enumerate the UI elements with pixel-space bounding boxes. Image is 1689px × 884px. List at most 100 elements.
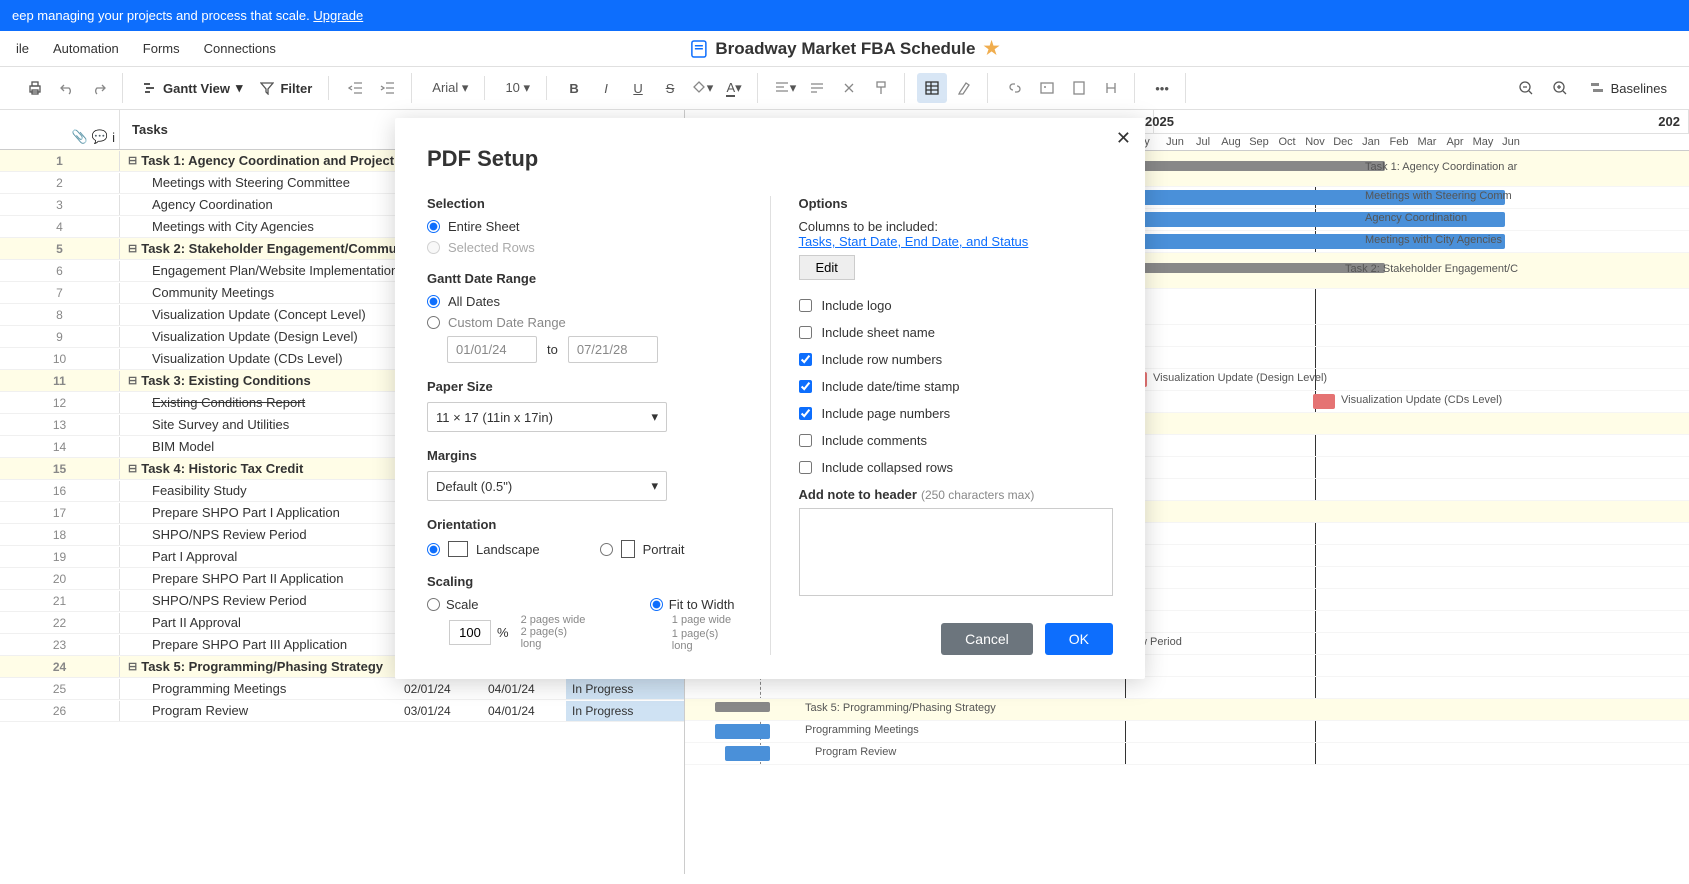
end-date-cell[interactable]: 04/01/24 [482,679,566,699]
grid-view-icon[interactable] [917,73,947,103]
radio-scale[interactable] [427,598,440,611]
font-family-select[interactable]: Arial ▾ [424,76,476,100]
zoom-in-icon[interactable] [1545,73,1575,103]
document-title: Broadway Market FBA Schedule [715,39,975,59]
favorite-star-icon[interactable]: ★ [983,38,999,59]
date-from-input[interactable] [447,336,537,363]
redo-icon[interactable] [84,73,114,103]
menu-connections[interactable]: Connections [204,41,276,56]
upgrade-link[interactable]: Upgrade [313,8,363,23]
date-to-input[interactable] [568,336,658,363]
menu-file[interactable]: ile [16,41,29,56]
margins-select[interactable]: Default (0.5")▾ [427,471,667,501]
month-header: Dec [1329,134,1357,150]
row-number: 7 [0,283,120,303]
check-comments[interactable] [799,434,812,447]
month-header: Mar [1413,134,1441,150]
image-icon[interactable] [1032,73,1062,103]
clear-format-icon[interactable] [834,73,864,103]
task-name-cell[interactable]: SHPO/NPS Review Period [120,590,398,611]
gantt-bar[interactable]: Meetings with City Agencies [1135,234,1505,249]
zoom-out-icon[interactable] [1511,73,1541,103]
radio-fit-width[interactable] [650,598,663,611]
check-collapsed[interactable] [799,461,812,474]
bar-label: Task 5: Programming/Phasing Strategy [805,702,996,714]
header-note-textarea[interactable] [799,508,1114,596]
pdf-setup-modal: ✕ PDF Setup Selection Entire Sheet Selec… [395,118,1145,679]
filter-button[interactable]: Filter [252,77,320,100]
gantt-bar[interactable]: Task 1: Agency Coordination ar [1135,161,1385,171]
gantt-bar[interactable]: Agency Coordination [1135,212,1505,227]
collapse-icon[interactable]: ⊟ [128,154,137,167]
gantt-bar[interactable]: Programming Meetings [715,724,770,739]
align-icon[interactable]: ▾ [770,73,800,103]
task-name-cell[interactable]: Part II Approval [120,612,398,633]
attachment-icon[interactable] [1064,73,1094,103]
gantt-bar[interactable]: Task 5: Programming/Phasing Strategy [715,702,770,712]
italic-icon[interactable]: I [591,73,621,103]
check-page-numbers[interactable] [799,407,812,420]
start-date-cell[interactable]: 02/01/24 [398,679,482,699]
ok-button[interactable]: OK [1045,623,1113,655]
cancel-button[interactable]: Cancel [941,623,1033,655]
more-icon[interactable]: ••• [1147,73,1177,103]
wrap-icon[interactable] [802,73,832,103]
baselines-button[interactable]: Baselines [1579,76,1677,100]
print-icon[interactable] [20,73,50,103]
gantt-bar[interactable]: Program Review [725,746,770,761]
info-header-icon: i [112,130,115,145]
close-icon[interactable]: ✕ [1116,128,1131,149]
font-size-select[interactable]: 10 ▾ [497,76,538,100]
collapse-icon[interactable]: ⊟ [128,462,137,475]
edit-columns-button[interactable]: Edit [799,255,855,280]
undo-icon[interactable] [52,73,82,103]
table-row[interactable]: 26Program Review03/01/2404/01/24In Progr… [0,700,684,722]
status-cell[interactable]: In Progress [566,701,684,721]
task-name-cell[interactable]: Programming Meetings [120,678,398,699]
link-icon[interactable] [1000,73,1030,103]
gantt-bar[interactable]: Meetings with Steering Comm [1135,190,1505,205]
highlight-icon[interactable] [949,73,979,103]
check-row-numbers[interactable] [799,353,812,366]
check-datetime[interactable] [799,380,812,393]
check-logo[interactable] [799,299,812,312]
columns-link[interactable]: Tasks, Start Date, End Date, and Status [799,234,1029,249]
radio-landscape[interactable] [427,543,440,556]
menu-automation[interactable]: Automation [53,41,119,56]
radio-portrait[interactable] [600,543,613,556]
strikethrough-icon[interactable]: S [655,73,685,103]
status-cell[interactable]: In Progress [566,679,684,699]
radio-entire-sheet[interactable] [427,220,440,233]
bar-label: Program Review [815,746,896,758]
menu-forms[interactable]: Forms [143,41,180,56]
indent-icon[interactable] [373,73,403,103]
check-sheet-name[interactable] [799,326,812,339]
table-row[interactable]: 25Programming Meetings02/01/2404/01/24In… [0,678,684,700]
underline-icon[interactable]: U [623,73,653,103]
bold-icon[interactable]: B [559,73,589,103]
scale-percent-input[interactable] [449,620,491,645]
radio-custom-range[interactable] [427,316,440,329]
collapse-icon[interactable]: ⊟ [128,242,137,255]
radio-all-dates[interactable] [427,295,440,308]
view-switcher[interactable]: Gantt View ▾ [135,76,250,100]
collapse-icon[interactable]: ⊟ [128,374,137,387]
symbol-icon[interactable] [1096,73,1126,103]
end-date-cell[interactable]: 04/01/24 [482,701,566,721]
scaling-label: Scaling [427,574,742,589]
month-header: Feb [1385,134,1413,150]
papersize-select[interactable]: 11 × 17 (11in x 17in)▾ [427,402,667,432]
collapse-icon[interactable]: ⊟ [128,660,137,673]
month-header: Sep [1245,134,1273,150]
task-name-cell[interactable]: Program Review [120,700,398,721]
gantt-bar[interactable]: Task 2: Stakeholder Engagement/C [1135,263,1385,273]
fill-color-icon[interactable]: ▾ [687,73,717,103]
text-color-icon[interactable]: A▾ [719,73,749,103]
row-number: 9 [0,327,120,347]
outdent-icon[interactable] [341,73,371,103]
start-date-cell[interactable]: 03/01/24 [398,701,482,721]
format-painter-icon[interactable] [866,73,896,103]
task-name-cell[interactable]: Prepare SHPO Part III Application [120,634,398,655]
gantt-bar[interactable]: Visualization Update (CDs Level) [1313,394,1335,409]
row-number: 17 [0,503,120,523]
